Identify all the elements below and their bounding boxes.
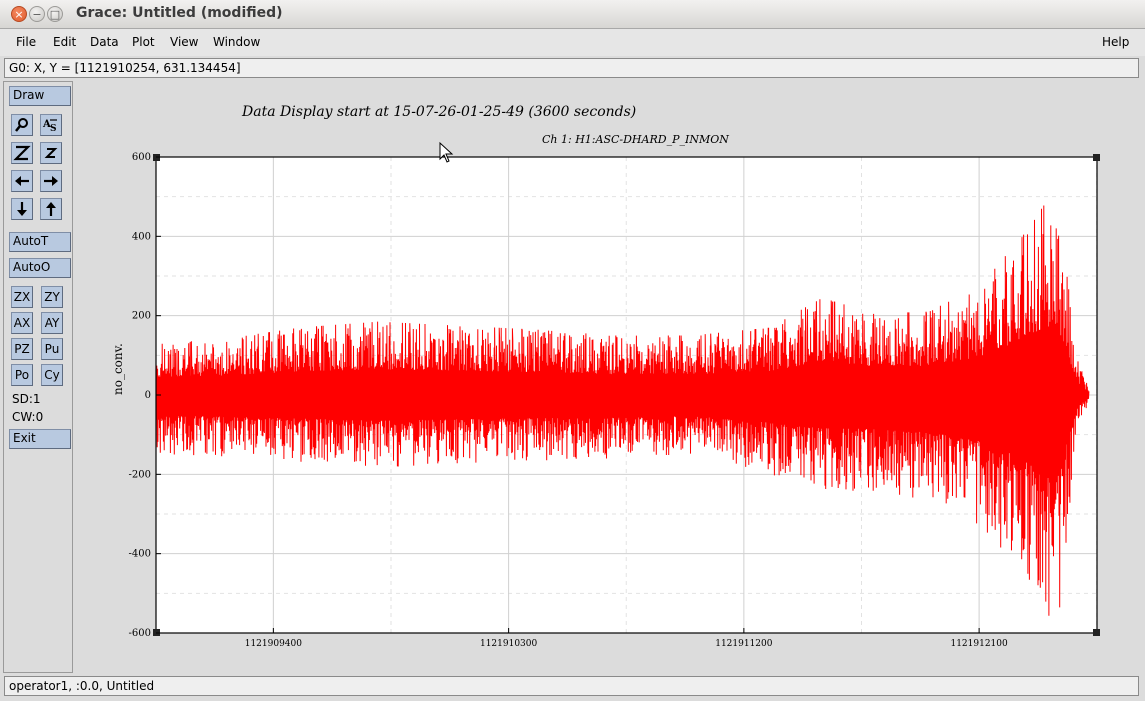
menu-edit[interactable]: Edit bbox=[53, 35, 76, 49]
zoom-y-icon[interactable] bbox=[40, 142, 62, 164]
plot-main-title: Data Display start at 15-07-26-01-25-49 … bbox=[241, 104, 636, 120]
y-tick-label: 200 bbox=[132, 311, 151, 322]
right-arrow-icon[interactable] bbox=[40, 170, 62, 192]
menu-view[interactable]: View bbox=[170, 35, 198, 49]
grace-window: × − □ Grace: Untitled (modified) File Ed… bbox=[0, 0, 1145, 701]
zy-button[interactable]: ZY bbox=[41, 286, 63, 308]
minimize-window-button[interactable]: − bbox=[29, 6, 45, 22]
draw-button[interactable]: Draw bbox=[9, 86, 71, 106]
ay-button[interactable]: AY bbox=[41, 312, 63, 334]
cy-button[interactable]: Cy bbox=[41, 364, 63, 386]
zoom-x-icon[interactable] bbox=[11, 142, 33, 164]
close-window-button[interactable]: × bbox=[11, 6, 27, 22]
window-title: Grace: Untitled (modified) bbox=[76, 5, 283, 21]
down-arrow-icon[interactable] bbox=[11, 198, 33, 220]
plot-channel-title: Ch 1: H1:ASC-DHARD_P_INMON bbox=[542, 133, 729, 146]
menu-plot[interactable]: Plot bbox=[132, 35, 155, 49]
x-tick-label: 1121910300 bbox=[480, 639, 538, 649]
x-tick-label: 1121912100 bbox=[950, 639, 1008, 649]
svg-text:S: S bbox=[50, 124, 57, 134]
zoom-icon[interactable] bbox=[11, 114, 33, 136]
x-tick-label: 1121909400 bbox=[245, 639, 303, 649]
y-tick-label: -200 bbox=[129, 469, 151, 480]
menu-window[interactable]: Window bbox=[213, 35, 260, 49]
sd-label: SD:1 bbox=[12, 392, 41, 406]
pz-button[interactable]: PZ bbox=[11, 338, 33, 360]
zx-button[interactable]: ZX bbox=[11, 286, 33, 308]
x-tick-label: 1121911200 bbox=[715, 639, 773, 649]
menu-data[interactable]: Data bbox=[90, 35, 119, 49]
menu-bar: File Edit Data Plot View Window Help bbox=[0, 29, 1145, 56]
y-tick-label: -400 bbox=[129, 549, 151, 560]
title-bar: × − □ Grace: Untitled (modified) bbox=[0, 0, 1145, 29]
y-tick-label: 600 bbox=[132, 152, 151, 163]
coordinate-readout: G0: X, Y = [1121910254, 631.134454] bbox=[4, 58, 1139, 78]
tool-panel: Draw AS AutoT AutoO ZX ZY AX AY PZ Pu Po… bbox=[3, 81, 73, 673]
y-tick-label: 400 bbox=[132, 231, 151, 242]
y-axis-label: no_conv. bbox=[111, 343, 125, 395]
status-bar: operator1, :0.0, Untitled bbox=[4, 676, 1139, 696]
exit-button[interactable]: Exit bbox=[9, 429, 71, 449]
menu-help[interactable]: Help bbox=[1102, 35, 1129, 49]
po-button[interactable]: Po bbox=[11, 364, 33, 386]
pu-button[interactable]: Pu bbox=[41, 338, 63, 360]
plot-svg[interactable]: Data Display start at 15-07-26-01-25-49 … bbox=[76, 81, 1139, 673]
menu-file[interactable]: File bbox=[16, 35, 36, 49]
cw-label: CW:0 bbox=[12, 410, 44, 424]
ax-button[interactable]: AX bbox=[11, 312, 33, 334]
autoo-button[interactable]: AutoO bbox=[9, 258, 71, 278]
graph-canvas[interactable]: Data Display start at 15-07-26-01-25-49 … bbox=[76, 81, 1139, 673]
up-arrow-icon[interactable] bbox=[40, 198, 62, 220]
maximize-window-button[interactable]: □ bbox=[47, 6, 63, 22]
corner-handle-tr[interactable] bbox=[1093, 154, 1100, 161]
y-tick-label: -600 bbox=[129, 628, 151, 639]
y-tick-label: 0 bbox=[145, 390, 151, 401]
autot-button[interactable]: AutoT bbox=[9, 232, 71, 252]
autoscale-text-icon[interactable]: AS bbox=[40, 114, 62, 136]
corner-handle-br[interactable] bbox=[1093, 629, 1100, 636]
left-arrow-icon[interactable] bbox=[11, 170, 33, 192]
